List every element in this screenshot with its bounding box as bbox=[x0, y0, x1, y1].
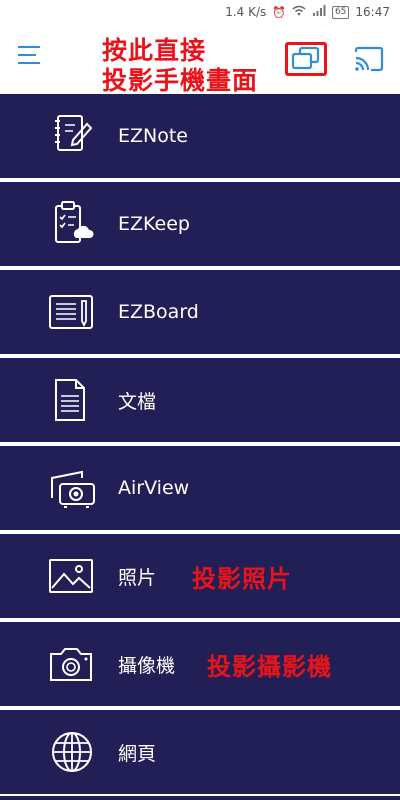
hamburger-line bbox=[18, 54, 36, 56]
annotation-line-2: 投影手機畫面 bbox=[102, 66, 259, 95]
project-camera-annotation: 投影攝影機 bbox=[207, 652, 332, 681]
hamburger-menu-button[interactable] bbox=[18, 46, 44, 68]
menu-item-label: EZBoard bbox=[118, 301, 199, 323]
menu-item-documents[interactable]: 文檔 bbox=[0, 358, 400, 442]
annotation-line-1: 按此直接 bbox=[102, 36, 207, 65]
network-speed: 1.4 K/s bbox=[225, 5, 267, 19]
menu-item-label: 攝像機 bbox=[118, 654, 176, 677]
menu-item-web[interactable]: 網頁 bbox=[0, 710, 400, 794]
feature-menu: EZNote EZKeep EZBoard 文檔 AirView 照片 投影照片… bbox=[0, 94, 400, 794]
app-bar: 按此直接 投影手機畫面 bbox=[0, 24, 400, 96]
alarm-icon: ⏰ bbox=[272, 5, 286, 19]
cast-button[interactable] bbox=[352, 44, 386, 74]
menu-item-label: AirView bbox=[118, 477, 190, 499]
clipboard-cloud-icon bbox=[55, 201, 94, 243]
status-bar: 1.4 K/s ⏰ 65 16:47 bbox=[0, 0, 400, 24]
screen-mirror-button[interactable] bbox=[285, 42, 327, 76]
document-icon bbox=[55, 379, 85, 421]
menu-item-label: EZNote bbox=[118, 125, 188, 147]
menu-item-ezboard[interactable]: EZBoard bbox=[0, 270, 400, 354]
screen-mirror-icon bbox=[291, 46, 320, 70]
menu-item-photos[interactable]: 照片 投影照片 bbox=[0, 534, 400, 618]
camera-icon bbox=[50, 648, 92, 681]
menu-item-ezkeep[interactable]: EZKeep bbox=[0, 182, 400, 266]
cast-icon bbox=[354, 46, 384, 72]
clock: 16:47 bbox=[355, 5, 390, 19]
menu-item-eznote[interactable]: EZNote bbox=[0, 94, 400, 178]
battery-indicator: 65 bbox=[331, 5, 350, 19]
hamburger-line bbox=[18, 62, 40, 64]
globe-icon bbox=[52, 732, 92, 772]
whiteboard-pen-icon bbox=[49, 295, 93, 329]
menu-item-label: 文檔 bbox=[118, 390, 157, 413]
photo-icon bbox=[49, 559, 93, 593]
menu-item-camera[interactable]: 攝像機 投影攝影機 bbox=[0, 622, 400, 706]
menu-item-label: 網頁 bbox=[118, 742, 157, 765]
next-item-edge bbox=[0, 796, 400, 800]
project-photos-annotation: 投影照片 bbox=[192, 564, 292, 593]
mirror-annotation: 按此直接 投影手機畫面 bbox=[102, 36, 258, 96]
notebook-pen-icon bbox=[55, 115, 93, 151]
projector-icon bbox=[51, 470, 95, 508]
wifi-icon bbox=[292, 5, 306, 19]
menu-item-label: EZKeep bbox=[118, 213, 190, 235]
signal-icon bbox=[312, 5, 326, 19]
menu-item-airview[interactable]: AirView bbox=[0, 446, 400, 530]
hamburger-icon bbox=[18, 46, 40, 48]
menu-item-label: 照片 bbox=[118, 566, 157, 589]
